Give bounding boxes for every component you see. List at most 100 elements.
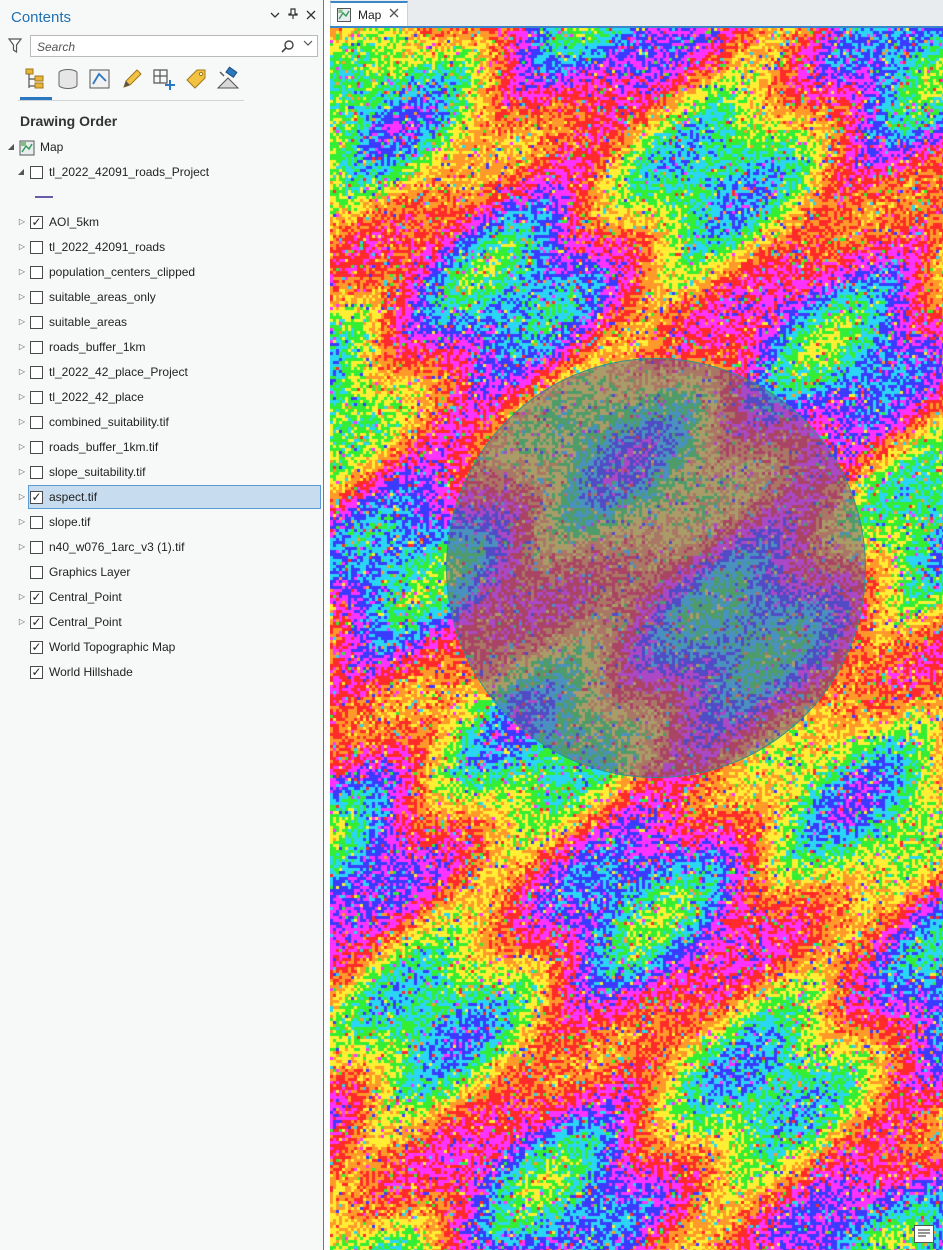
expand-icon[interactable]: ▷ [17, 342, 27, 351]
layer-visibility-checkbox[interactable] [30, 566, 43, 579]
layer-label: AOI_5km [49, 215, 100, 229]
map-node[interactable]: ◢ Map [0, 135, 324, 160]
expand-icon[interactable]: ▷ [17, 492, 27, 501]
map-icon [19, 140, 35, 156]
contents-pane: Contents Search Drawing Order ◢ Map ◢ tl… [0, 0, 324, 1250]
expand-icon[interactable]: ▷ [17, 392, 27, 401]
layer-visibility-checkbox[interactable]: ✓ [30, 591, 43, 604]
expand-icon[interactable]: ▷ [17, 317, 27, 326]
chevron-down-icon[interactable] [268, 8, 282, 24]
layer-row[interactable]: ▷ suitable_areas_only [0, 285, 324, 310]
layer-label: tl_2022_42_place_Project [49, 365, 188, 379]
notifications-icon[interactable] [914, 1225, 934, 1243]
search-options-chevron-icon[interactable] [303, 38, 313, 51]
active-tab-indicator [20, 97, 52, 100]
layer-visibility-checkbox[interactable] [30, 416, 43, 429]
layer-row[interactable]: ▷ n40_w076_1arc_v3 (1).tif [0, 535, 324, 560]
layer-visibility-checkbox[interactable] [30, 466, 43, 479]
layer-visibility-checkbox[interactable]: ✓ [30, 666, 43, 679]
layer-row[interactable]: ▷ ✓ aspect.tif [0, 485, 324, 510]
filter-icon[interactable] [7, 38, 23, 54]
layer-row[interactable]: ▷ population_centers_clipped [0, 260, 324, 285]
collapse-icon[interactable]: ◢ [16, 167, 26, 176]
layer-row[interactable]: ▷ ✓ Central_Point [0, 585, 324, 610]
expand-icon[interactable]: ▷ [17, 592, 27, 601]
expand-icon[interactable]: ▷ [17, 542, 27, 551]
pane-title: Contents [11, 9, 72, 26]
expand-icon[interactable]: ▷ [17, 292, 27, 301]
layer-visibility-checkbox[interactable] [30, 341, 43, 354]
expand-icon[interactable]: ▷ [17, 467, 27, 476]
layer-row[interactable]: ▷ roads_buffer_1km [0, 335, 324, 360]
line-symbol-icon [35, 196, 53, 198]
layer-row[interactable]: ▷ tl_2022_42091_roads [0, 235, 324, 260]
layer-visibility-checkbox[interactable] [30, 541, 43, 554]
search-icon[interactable] [281, 39, 295, 53]
expand-icon[interactable]: ▷ [17, 217, 27, 226]
layer-row[interactable]: ▷ slope.tif [0, 510, 324, 535]
expand-icon[interactable]: ▷ [17, 367, 27, 376]
layer-label: Graphics Layer [49, 565, 131, 579]
layer-visibility-checkbox[interactable]: ✓ [30, 491, 43, 504]
layer-label: World Hillshade [49, 665, 133, 679]
list-by-data-source-icon[interactable] [55, 66, 81, 92]
layer-visibility-checkbox[interactable] [30, 316, 43, 329]
layer-label: tl_2022_42091_roads [49, 240, 166, 254]
expand-icon[interactable]: ▷ [17, 417, 27, 426]
layer-row[interactable]: ✓ World Hillshade [0, 660, 324, 685]
layer-visibility-checkbox[interactable]: ✓ [30, 216, 43, 229]
tab-map[interactable]: Map [330, 1, 408, 27]
layer-label: roads_buffer_1km.tif [49, 440, 159, 454]
layer-row[interactable]: ▷ combined_suitability.tif [0, 410, 324, 435]
layer-row[interactable]: ▷ suitable_areas [0, 310, 324, 335]
layer-row[interactable]: ◢ tl_2022_42091_roads_Project [0, 160, 324, 185]
layer-label: Central_Point [49, 615, 122, 629]
expand-icon[interactable]: ▷ [17, 517, 27, 526]
list-by-labeling-icon[interactable] [183, 66, 209, 92]
list-by-snapping-icon[interactable] [151, 66, 177, 92]
close-icon[interactable] [389, 6, 399, 21]
layer-row[interactable]: ▷ roads_buffer_1km.tif [0, 435, 324, 460]
aoi-buffer-polygon[interactable] [446, 358, 866, 778]
list-by-selection-icon[interactable] [87, 66, 113, 92]
layer-row[interactable]: Graphics Layer [0, 560, 324, 585]
layer-visibility-checkbox[interactable]: ✓ [30, 616, 43, 629]
layer-visibility-checkbox[interactable]: ✓ [30, 641, 43, 654]
collapse-icon[interactable]: ◢ [6, 142, 16, 151]
layer-row[interactable]: ▷ tl_2022_42_place [0, 385, 324, 410]
layer-row[interactable]: ▷ ✓ Central_Point [0, 610, 324, 635]
tab-label: Map [358, 8, 382, 22]
list-by-editing-icon[interactable] [119, 66, 145, 92]
layer-label: World Topographic Map [49, 640, 176, 654]
close-icon[interactable] [304, 8, 318, 24]
expand-icon[interactable]: ▷ [17, 267, 27, 276]
map-tab-bar: Map [330, 0, 943, 28]
layer-visibility-checkbox[interactable] [30, 441, 43, 454]
search-input[interactable] [35, 38, 279, 56]
map-view[interactable] [330, 26, 943, 1250]
layer-row[interactable]: ✓ World Topographic Map [0, 635, 324, 660]
layer-visibility-checkbox[interactable] [30, 166, 43, 179]
expand-icon[interactable]: ▷ [17, 242, 27, 251]
list-by-perspective-imagery-icon[interactable] [215, 66, 241, 92]
expand-icon[interactable]: ▷ [17, 617, 27, 626]
layer-label: n40_w076_1arc_v3 (1).tif [49, 540, 185, 554]
layer-row[interactable]: ▷ slope_suitability.tif [0, 460, 324, 485]
list-by-drawing-order-icon[interactable] [22, 66, 48, 92]
pin-icon[interactable] [286, 8, 300, 24]
legend-row [0, 185, 324, 210]
layer-row[interactable]: ▷ ✓ AOI_5km [0, 210, 324, 235]
layer-row[interactable]: ▷ tl_2022_42_place_Project [0, 360, 324, 385]
layer-label: tl_2022_42_place [49, 390, 144, 404]
layer-visibility-checkbox[interactable] [30, 391, 43, 404]
layer-visibility-checkbox[interactable] [30, 241, 43, 254]
layer-visibility-checkbox[interactable] [30, 291, 43, 304]
layer-label: tl_2022_42091_roads_Project [49, 165, 210, 179]
layer-label: suitable_areas_only [49, 290, 156, 304]
expand-icon[interactable]: ▷ [17, 442, 27, 451]
search-box[interactable] [30, 35, 318, 57]
layer-visibility-checkbox[interactable] [30, 366, 43, 379]
layer-visibility-checkbox[interactable] [30, 266, 43, 279]
layer-label: Central_Point [49, 590, 122, 604]
layer-visibility-checkbox[interactable] [30, 516, 43, 529]
